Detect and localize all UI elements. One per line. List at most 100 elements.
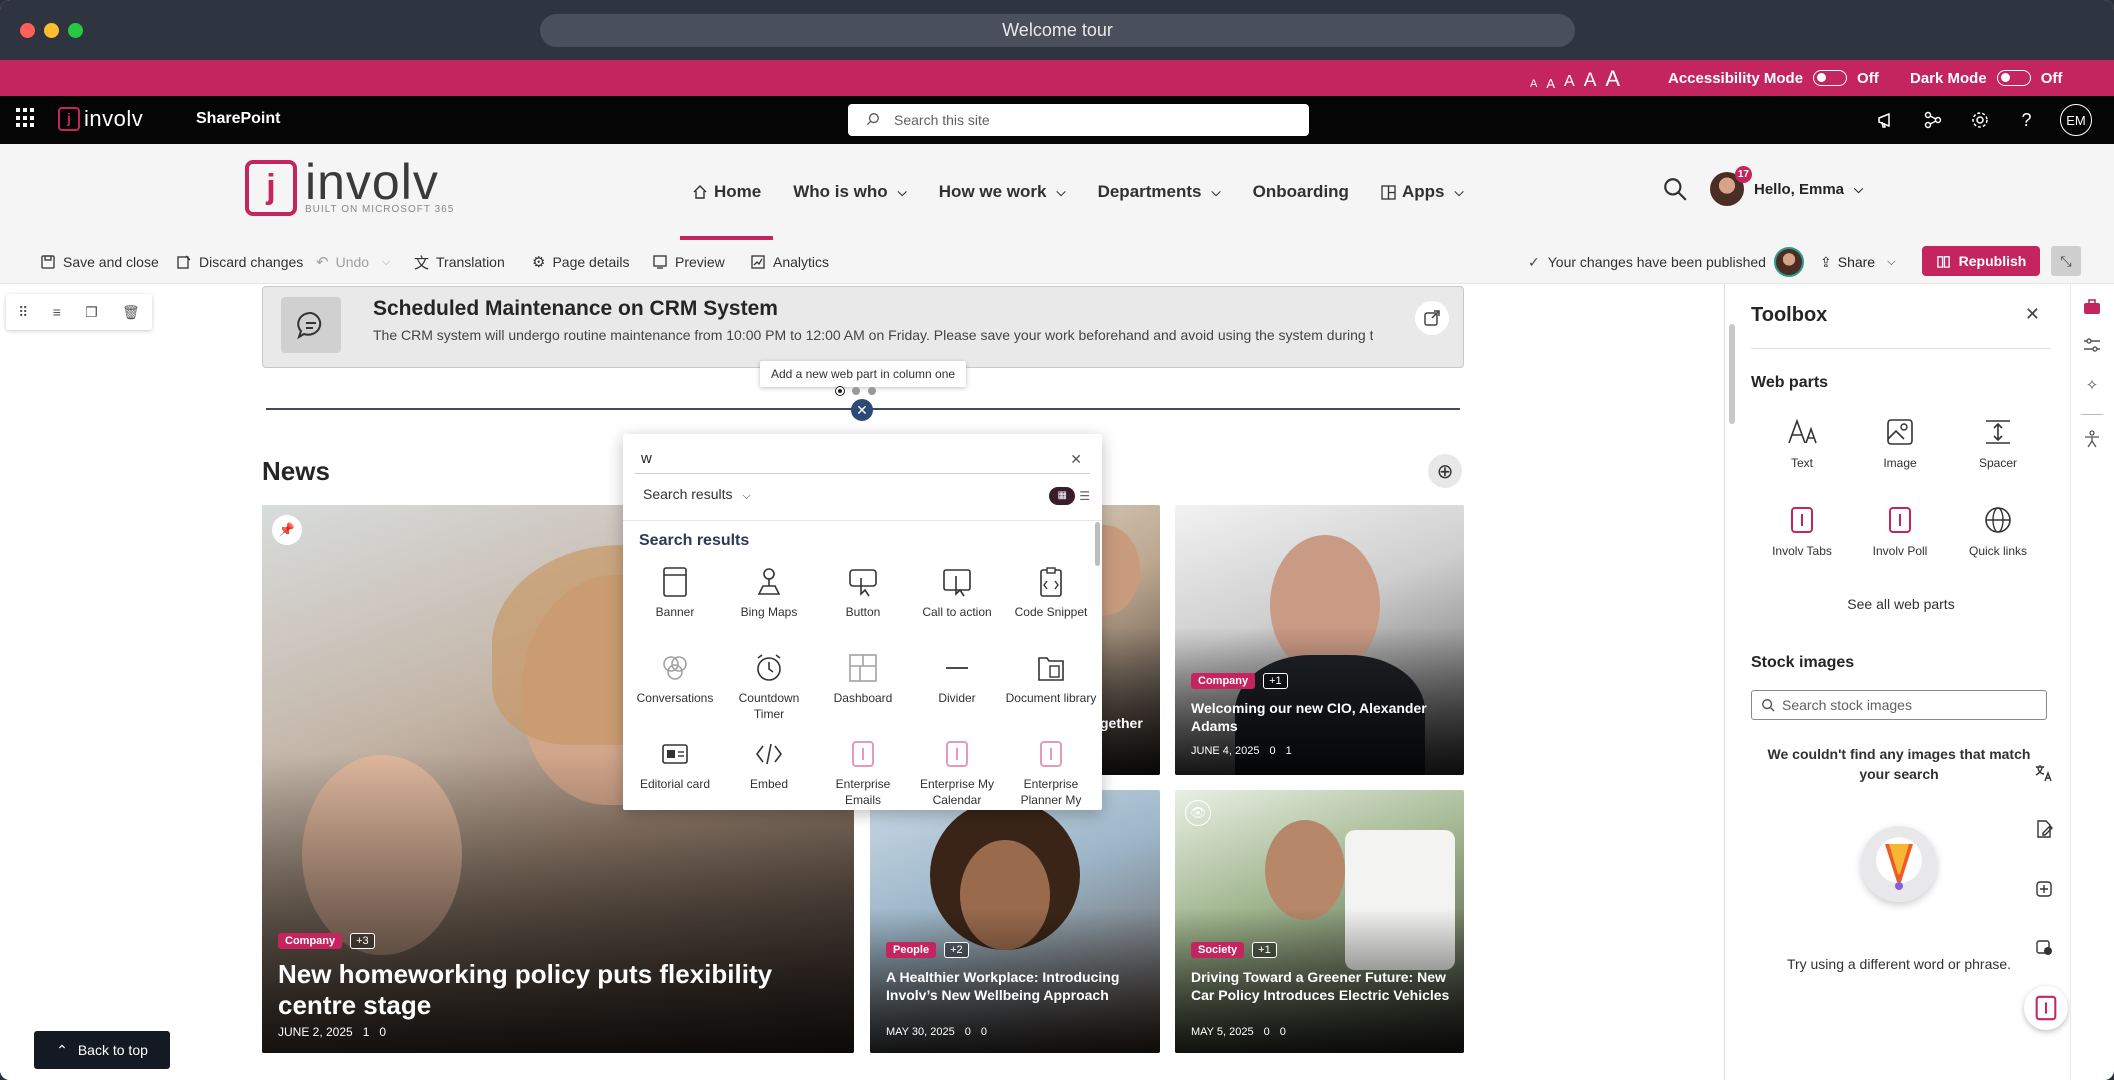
web-part-search-input[interactable]: w ✕ [635,444,1090,474]
picker-scrollbar[interactable] [1095,522,1100,566]
collapse-toolbox-button[interactable]: ⤡ [2051,246,2081,276]
drag-handle-icon[interactable]: ⠿ [18,304,28,321]
edit-section-icon[interactable]: ≡ [53,304,61,320]
more-tags[interactable]: +3 [350,933,375,949]
minimize-window-button[interactable] [44,23,59,38]
chevron-down-icon[interactable]: ⌵ [382,256,390,269]
duplicate-icon[interactable]: ❐ [85,304,98,321]
accessibility-icon[interactable] [2081,428,2103,450]
calendar-shield-icon[interactable] [2027,930,2061,964]
maximize-window-button[interactable] [68,23,83,38]
toolbox-web-part-quick-links[interactable]: Quick links [1953,502,2043,558]
edit-document-icon[interactable] [2027,812,2061,846]
see-all-web-parts-link[interactable]: See all web parts [1751,596,2051,612]
user-menu[interactable]: 17 Hello, Emma ⌵ [1710,166,1863,206]
web-part-editorial-card[interactable]: Editorial card [628,736,722,792]
user-initials-avatar[interactable]: EM [2060,104,2092,136]
text-size-xs[interactable]: A [1530,79,1537,90]
toolbox-web-part-spacer[interactable]: Spacer [1953,414,2043,470]
delete-icon[interactable]: 🗑 [122,304,140,321]
news-card[interactable]: Company +1 Welcoming our new CIO, Alexan… [1175,505,1464,775]
web-part-enterprise-my-calendar[interactable]: Enterprise My Calendar [910,736,1004,808]
stock-images-search-input[interactable]: Search stock images [1751,690,2047,720]
carousel-dot[interactable] [835,386,845,396]
preview-button[interactable]: Preview [652,240,725,284]
nav-home[interactable]: Home [676,144,777,240]
category-tag[interactable]: People [886,942,937,958]
toolbox-scrollbar[interactable] [1729,324,1735,424]
nav-how-we-work[interactable]: How we work ⌵ [923,144,1082,240]
web-part-enterprise-emails[interactable]: Enterprise Emails [816,736,910,808]
maintenance-alert[interactable]: Scheduled Maintenance on CRM System The … [262,286,1464,368]
translation-button[interactable]: 文 Translation [414,240,505,284]
editor-avatar[interactable] [1773,247,1804,277]
involv-assistant-button[interactable] [2024,986,2068,1030]
web-part-conversations[interactable]: Conversations [628,650,722,706]
nav-onboarding[interactable]: Onboarding [1237,144,1365,240]
web-part-code-snippet[interactable]: Code Snippet [1004,564,1098,620]
web-part-button[interactable]: Button [816,564,910,620]
close-icon[interactable]: ✕ [2025,304,2040,325]
text-size-m[interactable]: A [1564,74,1575,90]
back-to-top-button[interactable]: ⌃ Back to top [34,1031,170,1069]
more-tags[interactable]: +2 [944,942,969,958]
text-size-s[interactable]: A [1546,77,1555,90]
more-tags[interactable]: +1 [1263,673,1288,689]
toolbox-web-part-involv-poll[interactable]: Involv Poll [1855,502,1945,558]
web-part-divider[interactable]: Divider [910,650,1004,706]
more-tags[interactable]: +1 [1252,942,1277,958]
address-bar[interactable]: Welcome tour [540,14,1575,47]
web-part-call-to-action[interactable]: Call to action [910,564,1004,620]
category-tag[interactable]: Society [1191,942,1245,958]
toolbox-web-part-image[interactable]: Image [1855,414,1945,470]
add-box-icon[interactable] [2027,872,2061,906]
nav-who-is-who[interactable]: Who is who ⌵ [777,144,923,240]
news-card[interactable]: 👁 People +2 A Healthier Workplace: Intro… [870,790,1160,1053]
discard-changes-button[interactable]: Discard changes [176,240,303,284]
pin-icon[interactable]: 📌 [272,515,302,545]
web-part-dashboard[interactable]: Dashboard [816,650,910,706]
nav-departments[interactable]: Departments ⌵ [1082,144,1237,240]
save-and-close-button[interactable]: Save and close [40,240,159,284]
undo-button[interactable]: ↶ Undo ⌵ [316,240,390,284]
page-details-button[interactable]: ⚙ Page details [532,240,630,284]
analytics-button[interactable]: Analytics [750,240,829,284]
suite-logo[interactable]: j involv [58,106,143,132]
dark-mode-toggle[interactable] [1996,70,2031,86]
web-part-document-library[interactable]: Document library [1004,650,1098,706]
category-tag[interactable]: Company [278,933,343,949]
list-view-icon[interactable]: ☰ [1079,489,1090,503]
web-part-countdown-timer[interactable]: Countdown Timer [722,650,816,722]
carousel-dot[interactable] [868,387,876,395]
open-external-icon[interactable] [1415,301,1449,335]
accessibility-mode-toggle[interactable] [1813,70,1848,86]
site-search-input[interactable]: Search this site [848,104,1309,136]
news-card[interactable]: 👁 Society +1 Driving Toward a Greener Fu… [1175,790,1464,1053]
text-size-l[interactable]: A [1584,71,1597,90]
text-size-xl[interactable]: A [1605,68,1620,90]
app-launcher-icon[interactable] [16,108,36,128]
web-part-bing-maps[interactable]: Bing Maps [722,564,816,620]
picker-filter-dropdown[interactable]: Search results ⌵ [643,486,751,503]
site-logo[interactable]: j involv BUILT ON MICROSOFT 365 [245,157,454,216]
web-part-embed[interactable]: Embed [722,736,816,792]
category-tag[interactable]: Company [1191,673,1256,689]
sparkle-icon[interactable]: ✧ [2081,374,2103,396]
toolbox-web-part-text[interactable]: Text [1757,414,1847,470]
settings-sliders-icon[interactable] [2081,334,2103,356]
toolbox-web-part-involv-tabs[interactable]: Involv Tabs [1757,502,1847,558]
add-web-part-button[interactable]: ✕ [851,399,873,421]
web-part-enterprise-planner-my[interactable]: Enterprise Planner My [1004,736,1098,808]
add-news-button[interactable]: ⊕ [1428,454,1462,488]
republish-button[interactable]: Republish [1922,246,2040,276]
share-button[interactable]: ⇪ Share ⌵ [1820,240,1895,284]
share-network-icon[interactable] [1919,107,1946,134]
translate-image-icon[interactable] [2027,756,2061,790]
close-window-button[interactable] [20,23,35,38]
nav-apps[interactable]: Apps ⌵ [1365,144,1480,240]
web-part-banner[interactable]: Banner [628,564,722,620]
clear-search-icon[interactable]: ✕ [1070,444,1082,474]
settings-icon[interactable] [1966,107,1993,134]
app-name[interactable]: SharePoint [196,110,280,128]
help-icon[interactable]: ? [2013,107,2040,134]
